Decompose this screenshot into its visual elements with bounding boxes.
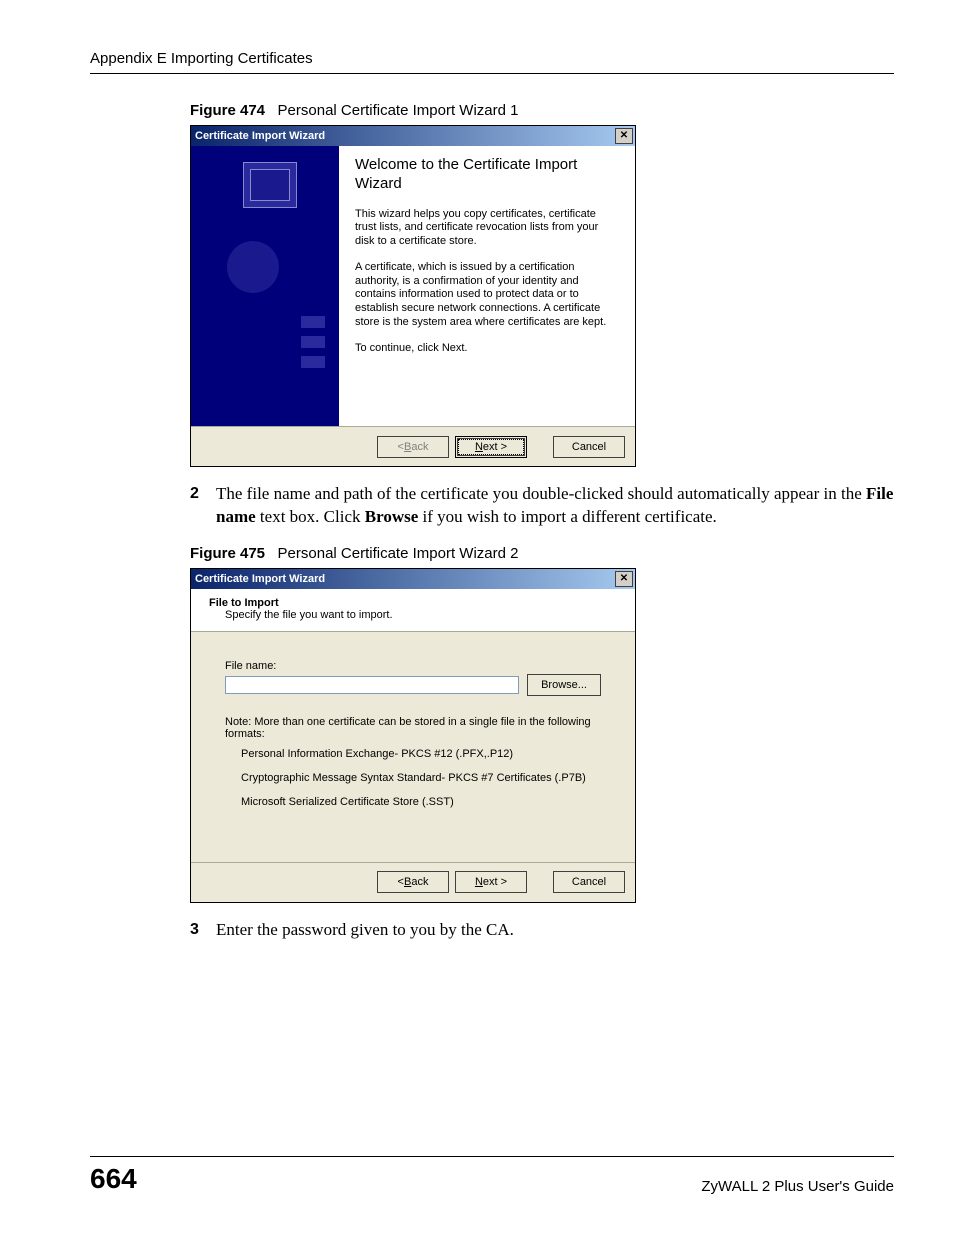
guide-name: ZyWALL 2 Plus User's Guide [701,1178,894,1195]
close-icon[interactable]: ✕ [615,571,633,587]
cancel-button[interactable]: Cancel [553,436,625,458]
wizard1-body: Welcome to the Certificate Import Wizard… [191,146,635,426]
format-sst: Microsoft Serialized Certificate Store (… [241,796,601,808]
wizard2-title: Certificate Import Wizard [195,573,325,585]
file-name-input[interactable] [225,676,519,694]
figure-475-text: Personal Certificate Import Wizard 2 [278,545,519,562]
step-2-number: 2 [190,483,216,529]
back-button[interactable]: < Back [377,871,449,893]
wizard1-title: Certificate Import Wizard [195,130,325,142]
next-button[interactable]: Next > [455,871,527,893]
step-3: 3 Enter the password given to you by the… [190,919,894,942]
format-p7b: Cryptographic Message Syntax Standard- P… [241,772,601,784]
wizard2-body: File to Import Specify the file you want… [191,589,635,862]
wizard2-footer: < Back Next > Cancel [191,862,635,902]
wizard1-footer: < Back Next > Cancel [191,426,635,466]
wizard1-main: Welcome to the Certificate Import Wizard… [339,146,635,426]
step-3-number: 3 [190,919,216,942]
wizard2-titlebar: Certificate Import Wizard ✕ [191,569,635,589]
wizard2-dialog: Certificate Import Wizard ✕ File to Impo… [190,568,636,903]
figure-474-text: Personal Certificate Import Wizard 1 [278,102,519,119]
step-3-text: Enter the password given to you by the C… [216,919,894,942]
close-icon[interactable]: ✕ [615,128,633,144]
wizard2-header: File to Import Specify the file you want… [191,589,635,632]
wizard2-head-title: File to Import [209,597,617,609]
wizard1-titlebar: Certificate Import Wizard ✕ [191,126,635,146]
wizard1-dialog: Certificate Import Wizard ✕ Welcome to t… [190,125,636,467]
format-pfx: Personal Information Exchange- PKCS #12 … [241,748,601,760]
step-2: 2 The file name and path of the certific… [190,483,894,529]
next-button[interactable]: Next > [455,436,527,458]
certificate-icon [243,162,297,208]
disk-icon [227,241,279,293]
wizard1-para3: To continue, click Next. [355,342,619,356]
page-number: 664 [90,1163,137,1195]
wizard2-content: File name: Browse... Note: More than one… [191,632,635,862]
cancel-button[interactable]: Cancel [553,871,625,893]
wizard1-sidebar-graphic [191,146,339,426]
formats-note: Note: More than one certificate can be s… [225,716,601,740]
figure-475-caption: Figure 475 Personal Certificate Import W… [190,545,894,562]
figure-474-caption: Figure 474 Personal Certificate Import W… [190,102,894,119]
wizard1-para1: This wizard helps you copy certificates,… [355,208,619,249]
figure-474-label: Figure 474 [190,102,265,119]
step-2-text: The file name and path of the certificat… [216,483,894,529]
figure-475-label: Figure 475 [190,545,265,562]
back-button[interactable]: < Back [377,436,449,458]
page-header: Appendix E Importing Certificates [90,50,894,74]
browse-button[interactable]: Browse... [527,674,601,696]
wizard1-para2: A certificate, which is issued by a cert… [355,261,619,330]
file-name-label: File name: [225,660,601,672]
decor-bars [301,316,325,376]
page-footer: 664 ZyWALL 2 Plus User's Guide [90,1156,894,1195]
wizard1-heading: Welcome to the Certificate Import Wizard [355,156,619,194]
wizard2-head-sub: Specify the file you want to import. [225,609,617,621]
